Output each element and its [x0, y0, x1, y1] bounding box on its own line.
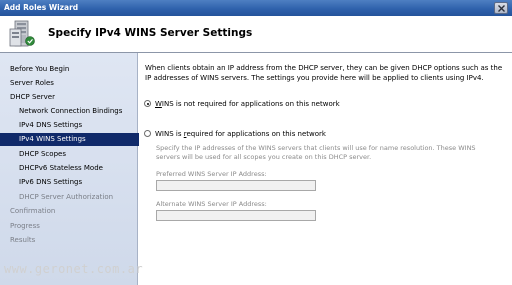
nav-item-dhcp-server[interactable]: DHCP Server: [0, 91, 147, 104]
wins-required-description: Specify the IP addresses of the WINS ser…: [156, 144, 476, 161]
window-title: Add Roles Wizard: [4, 3, 79, 12]
watermark-text: www.geronet.com.ar: [4, 262, 144, 276]
nav-item-network-connection-bindings[interactable]: Network Connection Bindings: [0, 105, 156, 118]
wizard-navigation: Before You Begin Server Roles DHCP Serve…: [0, 53, 156, 285]
nav-item-ipv4-wins-settings[interactable]: IPv4 WINS Settings: [0, 133, 156, 146]
nav-item-ipv4-dns-settings[interactable]: IPv4 DNS Settings: [0, 119, 156, 132]
close-button[interactable]: [494, 2, 508, 14]
wins-not-required-option[interactable]: WINS is not required for applications on…: [144, 100, 340, 108]
wins-not-required-radio[interactable]: [144, 100, 151, 107]
preferred-wins-label: Preferred WINS Server IP Address:: [156, 170, 267, 178]
alternate-wins-input[interactable]: [156, 210, 316, 221]
nav-item-before-you-begin[interactable]: Before You Begin: [0, 63, 147, 76]
nav-item-dhcp-server-authorization: DHCP Server Authorization: [19, 193, 114, 201]
wins-required-option[interactable]: WINS is required for applications on thi…: [144, 130, 326, 138]
nav-item-ipv6-dns-settings[interactable]: IPv6 DNS Settings: [0, 176, 156, 189]
wins-not-required-label: WINS is not required for applications on…: [155, 100, 340, 108]
nav-item-confirmation: Confirmation: [10, 207, 56, 215]
wins-required-label: WINS is required for applications on thi…: [155, 130, 326, 138]
alternate-wins-label: Alternate WINS Server IP Address:: [156, 200, 267, 208]
page-title: Specify IPv4 WINS Server Settings: [48, 27, 253, 39]
wins-required-radio[interactable]: [144, 130, 151, 137]
preferred-wins-input[interactable]: [156, 180, 316, 191]
nav-item-dhcpv6-stateless-mode[interactable]: DHCPv6 Stateless Mode: [0, 162, 156, 175]
nav-item-progress: Progress: [10, 222, 40, 230]
server-icon: [9, 20, 35, 47]
title-bar[interactable]: Add Roles Wizard: [0, 0, 512, 16]
intro-text: When clients obtain an IP address from t…: [145, 64, 503, 82]
add-roles-wizard-window: Add Roles Wizard Specify IPv4 WINS Serve…: [0, 0, 512, 285]
nav-item-results: Results: [10, 236, 36, 244]
wizard-content: When clients obtain an IP address from t…: [139, 53, 512, 285]
wizard-header: Specify IPv4 WINS Server Settings: [0, 16, 512, 53]
nav-item-dhcp-scopes[interactable]: DHCP Scopes: [0, 148, 156, 161]
close-icon: [498, 5, 505, 12]
nav-item-server-roles[interactable]: Server Roles: [0, 77, 147, 90]
